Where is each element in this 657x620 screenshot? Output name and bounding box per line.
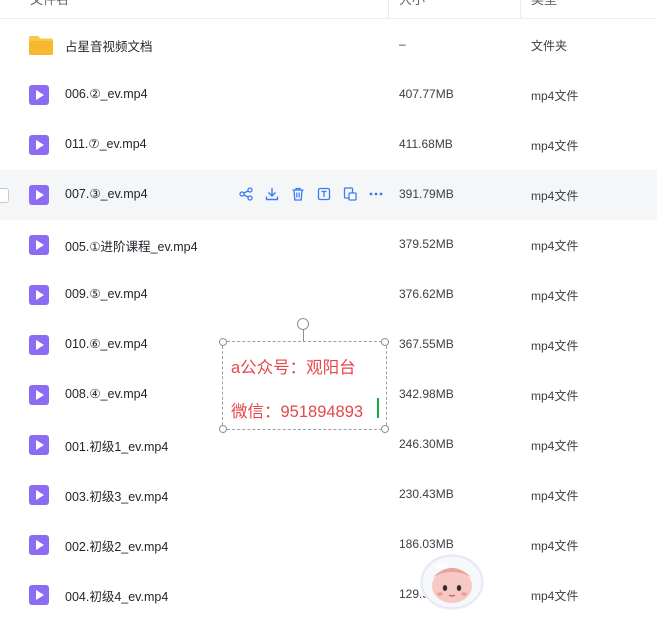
rename-icon[interactable] xyxy=(316,186,332,202)
file-type: mp4文件 xyxy=(531,139,579,153)
column-divider[interactable] xyxy=(520,0,521,18)
video-file-icon xyxy=(28,584,50,606)
file-size: 230.43MB xyxy=(399,487,454,501)
file-type: mp4文件 xyxy=(531,339,579,353)
copy-icon[interactable] xyxy=(342,186,358,202)
assistant-mascot[interactable] xyxy=(416,550,488,610)
resize-handle-bottom-left[interactable] xyxy=(219,425,227,433)
file-row-hovered[interactable]: 007.③_ev.mp4 391.79MB mp4文件 xyxy=(0,170,657,220)
column-divider[interactable] xyxy=(388,0,389,18)
file-row[interactable]: 009.⑤_ev.mp4 376.62MB mp4文件 xyxy=(0,270,657,320)
video-file-icon xyxy=(28,284,50,306)
file-row[interactable]: 004.初级4_ev.mp4 129.55MB mp4文件 xyxy=(0,570,657,620)
file-name[interactable]: 008.④_ev.mp4 xyxy=(65,386,148,401)
row-actions xyxy=(238,186,384,204)
file-row[interactable]: 006.②_ev.mp4 407.77MB mp4文件 xyxy=(0,70,657,120)
file-name[interactable]: 001.初级1_ev.mp4 xyxy=(65,436,168,455)
text-caret xyxy=(377,398,379,418)
file-size: 411.68MB xyxy=(399,137,453,151)
file-row[interactable]: 011.⑦_ev.mp4 411.68MB mp4文件 xyxy=(0,120,657,170)
file-type: mp4文件 xyxy=(531,439,579,453)
video-file-icon xyxy=(28,184,50,206)
more-icon[interactable] xyxy=(368,186,384,202)
file-size: 186.03MB xyxy=(399,537,454,551)
file-name[interactable]: 占星音视频文档 xyxy=(65,36,153,55)
file-name[interactable]: 011.⑦_ev.mp4 xyxy=(65,136,147,151)
file-list-header: 文件名 大小 类型 xyxy=(0,0,657,19)
file-size: – xyxy=(399,37,406,51)
file-name[interactable]: 009.⑤_ev.mp4 xyxy=(65,286,148,301)
share-icon[interactable] xyxy=(238,186,254,202)
file-size: 391.79MB xyxy=(399,187,454,201)
file-name[interactable]: 004.初级4_ev.mp4 xyxy=(65,586,168,605)
file-name[interactable]: 006.②_ev.mp4 xyxy=(65,86,148,101)
file-type: 文件夹 xyxy=(531,39,568,53)
download-icon[interactable] xyxy=(264,186,280,202)
file-type: mp4文件 xyxy=(531,389,579,403)
delete-icon[interactable] xyxy=(290,186,306,202)
column-header-type[interactable]: 类型 xyxy=(531,0,557,18)
file-row-folder[interactable]: 占星音视频文档 – 文件夹 xyxy=(0,20,657,70)
file-size: 407.77MB xyxy=(399,87,454,101)
resize-handle-top-left[interactable] xyxy=(219,338,227,346)
annotation-text-box[interactable]: a公众号：观阳台 微信：951894893 xyxy=(222,341,387,430)
resize-handle-top-right[interactable] xyxy=(381,338,389,346)
video-file-icon xyxy=(28,84,50,106)
file-list: 占星音视频文档 – 文件夹 006.②_ev.mp4 407.77MB mp4文… xyxy=(0,20,657,620)
video-file-icon xyxy=(28,484,50,506)
rotate-handle[interactable] xyxy=(297,318,309,330)
file-type: mp4文件 xyxy=(531,589,579,603)
file-type: mp4文件 xyxy=(531,89,579,103)
file-row[interactable]: 003.初级3_ev.mp4 230.43MB mp4文件 xyxy=(0,470,657,520)
rotate-handle-stem xyxy=(303,329,304,341)
file-name[interactable]: 007.③_ev.mp4 xyxy=(65,186,148,201)
video-file-icon xyxy=(28,234,50,256)
file-size: 376.62MB xyxy=(399,287,454,301)
file-type: mp4文件 xyxy=(531,189,579,203)
annotation-line-2[interactable]: 微信：951894893 xyxy=(231,398,363,422)
file-row[interactable]: 005.①进阶课程_ev.mp4 379.52MB mp4文件 xyxy=(0,220,657,270)
file-size: 246.30MB xyxy=(399,437,454,451)
annotation-line-1[interactable]: a公众号：观阳台 xyxy=(231,354,356,378)
file-size: 342.98MB xyxy=(399,387,454,401)
file-type: mp4文件 xyxy=(531,489,579,503)
video-file-icon xyxy=(28,534,50,556)
file-size: 367.55MB xyxy=(399,337,454,351)
file-type: mp4文件 xyxy=(531,539,579,553)
file-name[interactable]: 003.初级3_ev.mp4 xyxy=(65,486,168,505)
file-name[interactable]: 005.①进阶课程_ev.mp4 xyxy=(65,236,198,255)
file-name[interactable]: 010.⑥_ev.mp4 xyxy=(65,336,148,351)
column-header-size[interactable]: 大小 xyxy=(399,0,425,18)
file-type: mp4文件 xyxy=(531,239,579,253)
file-name[interactable]: 002.初级2_ev.mp4 xyxy=(65,536,168,555)
video-file-icon xyxy=(28,434,50,456)
column-header-name[interactable]: 文件名 xyxy=(30,0,69,18)
resize-handle-bottom-right[interactable] xyxy=(381,425,389,433)
file-type: mp4文件 xyxy=(531,289,579,303)
folder-icon xyxy=(28,34,53,56)
video-file-icon xyxy=(28,334,50,356)
video-file-icon xyxy=(28,384,50,406)
file-row[interactable]: 002.初级2_ev.mp4 186.03MB mp4文件 xyxy=(0,520,657,570)
video-file-icon xyxy=(28,134,50,156)
file-size: 379.52MB xyxy=(399,237,454,251)
row-checkbox[interactable] xyxy=(0,188,9,203)
